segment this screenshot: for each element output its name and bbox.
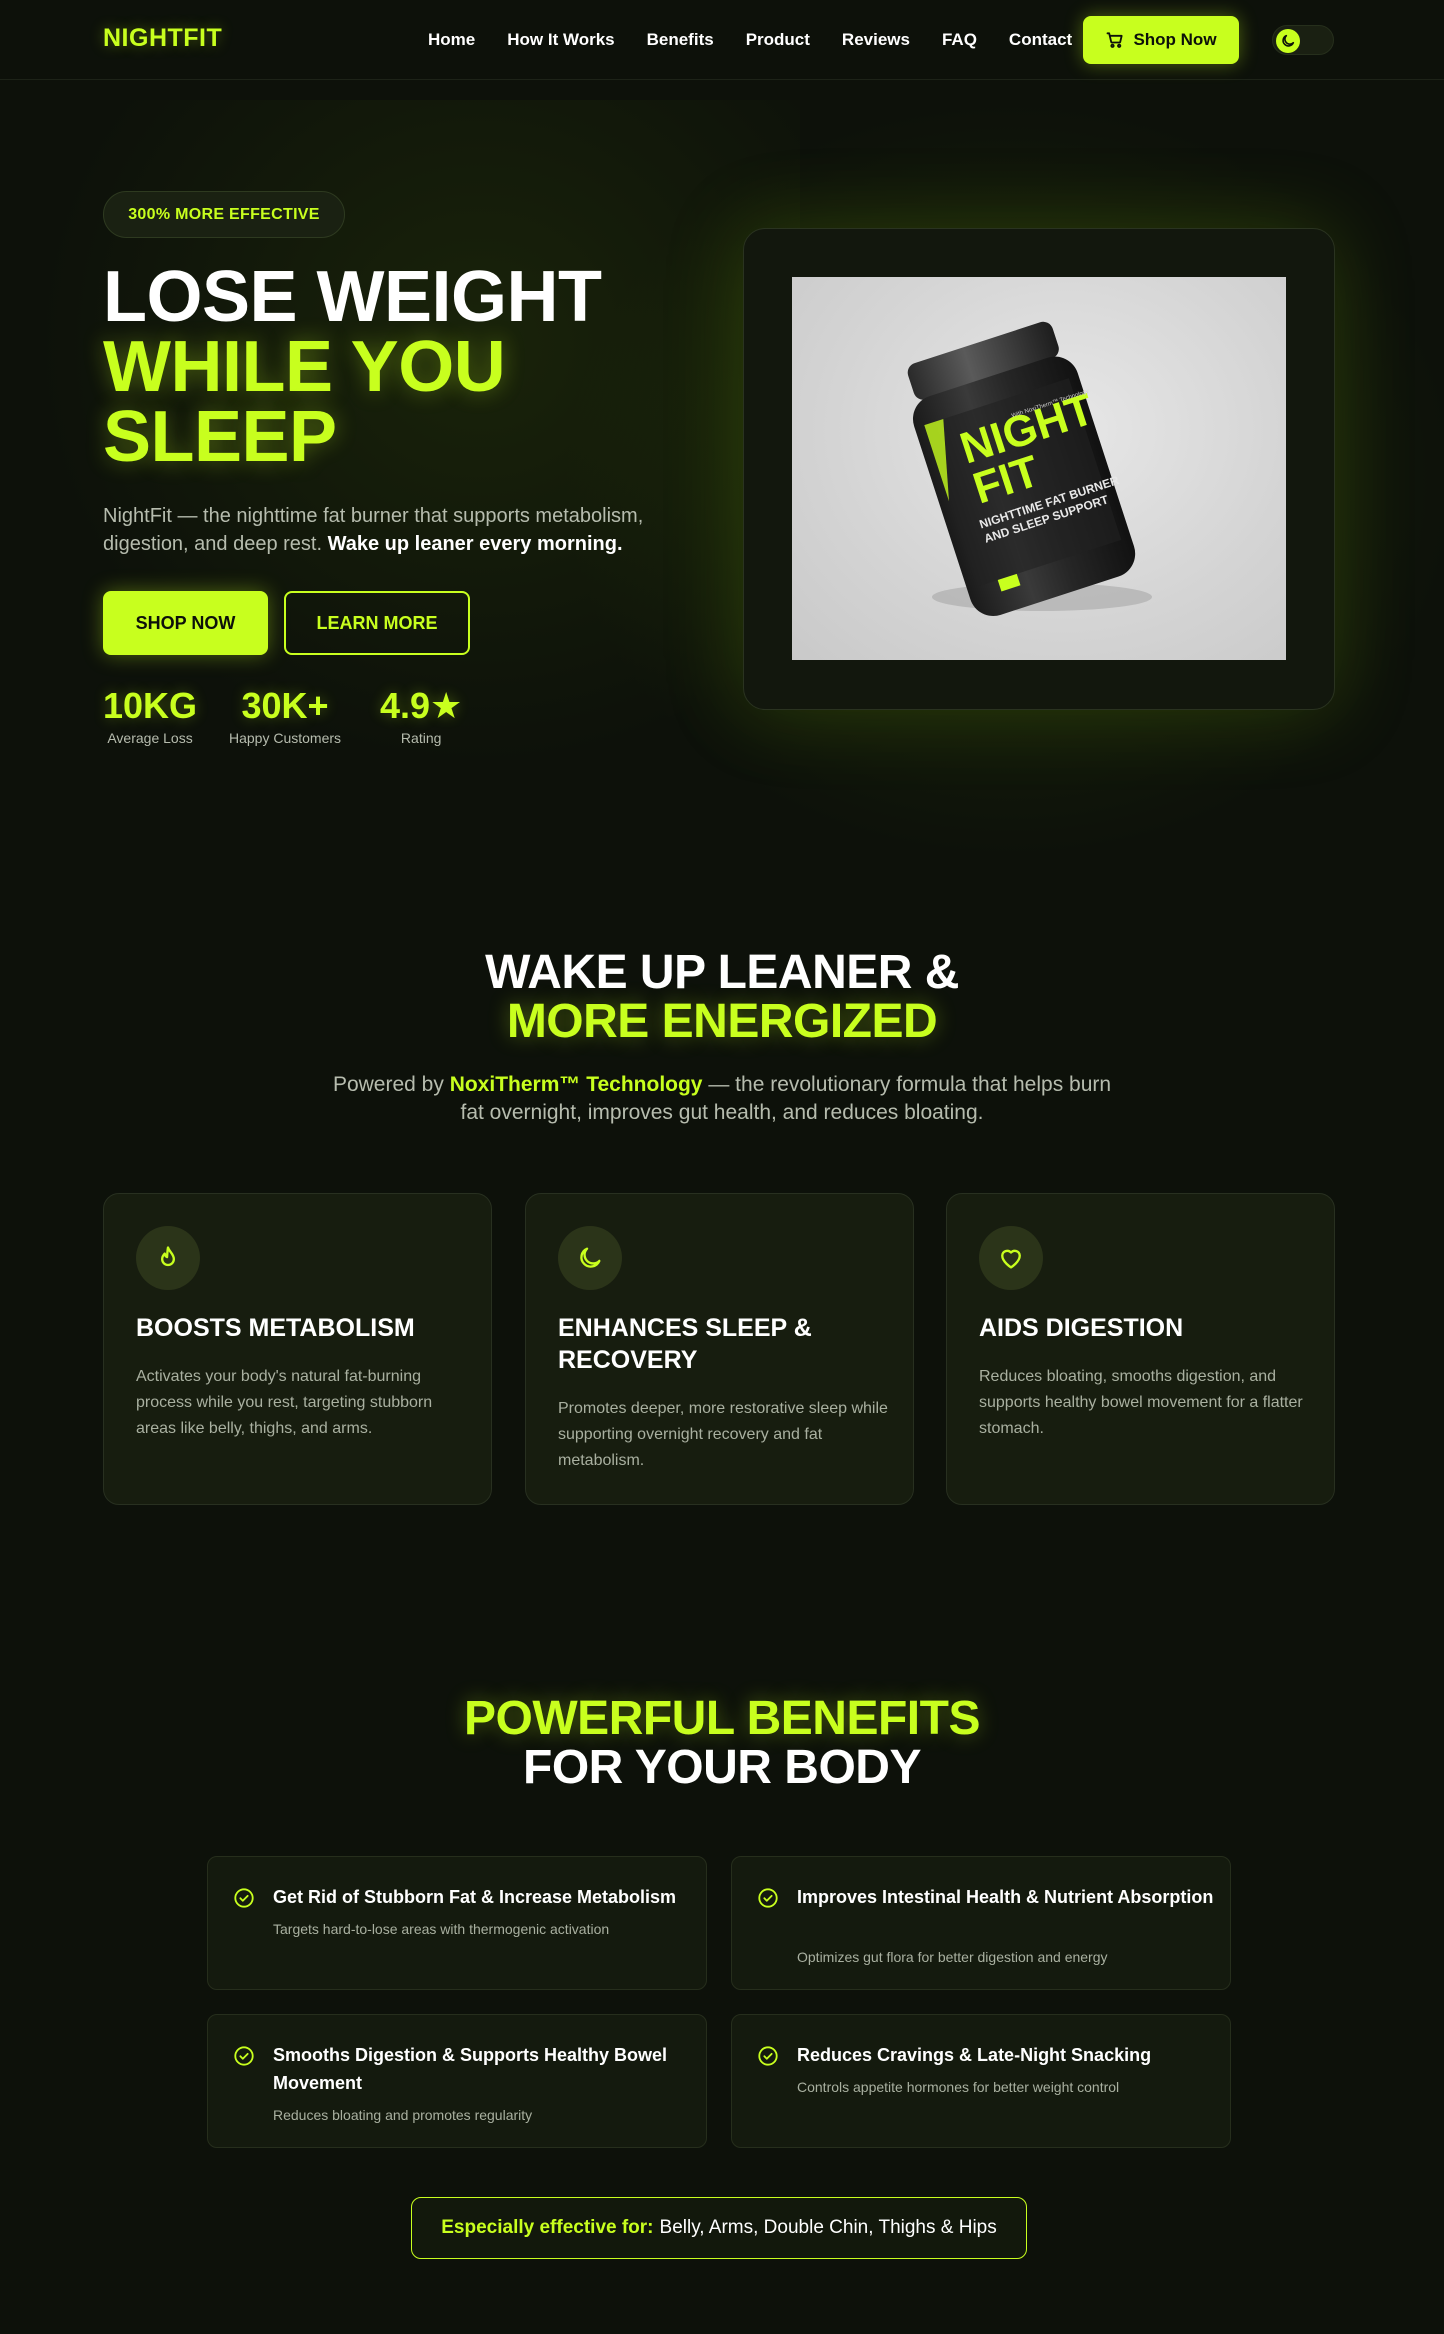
heart-icon — [1001, 1249, 1021, 1269]
benefit-text: Reduces bloating and promotes regularity — [273, 2107, 533, 2123]
nav-link-benefits[interactable]: Benefits — [647, 30, 714, 50]
stat-happy-customers: 30K+ Happy Customers — [229, 684, 341, 746]
product-bottle-image: NIGHT FIT With NoxiTherm™ Technology NIG… — [792, 277, 1286, 660]
benefit-title: Reduces Cravings & Late-Night Snacking — [797, 2045, 1152, 2065]
benefit-text: Targets hard-to-lose areas with thermoge… — [273, 1921, 610, 1937]
feature-text: Activates your body's natural fat-burnin… — [136, 1368, 433, 1437]
especially-effective-box: Especially effective for: Belly, Arms, D… — [411, 2197, 1027, 2259]
effectiveness-badge: 300% MORE EFFECTIVE — [103, 191, 345, 238]
features-title: WAKE UP LEANER & MORE ENERGIZED — [0, 948, 1444, 1046]
features-subtitle-prefix: Powered by — [332, 1073, 444, 1096]
theme-toggle-knob — [1276, 29, 1300, 53]
benefits-title-line-2: FOR YOUR BODY — [523, 1741, 921, 1794]
nav-link-faq[interactable]: FAQ — [942, 30, 977, 50]
check-circle-icon — [758, 2046, 778, 2066]
shop-now-button[interactable]: SHOP NOW — [103, 591, 268, 655]
benefit-text: Optimizes gut flora for better digestion… — [797, 1949, 1108, 1965]
check-circle-icon — [758, 1888, 778, 1908]
nav-link-contact[interactable]: Contact — [1009, 30, 1072, 50]
benefit-text: Controls appetite hormones for better we… — [797, 2079, 1120, 2095]
benefit-card: Smooths Digestion & Supports Healthy Bow… — [207, 2014, 707, 2148]
check-circle-icon — [234, 1888, 254, 1908]
cart-icon — [1107, 32, 1124, 48]
benefit-title: Smooths Digestion & Supports Healthy Bow… — [273, 2045, 668, 2093]
flame-icon — [161, 1246, 175, 1267]
features-subtitle-tech: NoxiTherm™ Technology — [449, 1073, 703, 1096]
feature-icon-wrap — [979, 1226, 1043, 1290]
stat-label: Average Loss — [107, 730, 193, 746]
top-navbar: NIGHTFIT Home How It Works Benefits Prod… — [0, 0, 1444, 80]
nav-link-product[interactable]: Product — [746, 30, 810, 50]
feature-card-metabolism: BOOSTS METABOLISM Activates your body's … — [103, 1193, 492, 1505]
bottle-illustration: NIGHT FIT With NoxiTherm™ Technology NIG… — [907, 321, 1152, 617]
check-circle-icon — [234, 2046, 254, 2066]
benefit-title: Improves Intestinal Health & Nutrient Ab… — [797, 1887, 1214, 1907]
stat-value: 10KG — [103, 685, 198, 726]
feature-card-digestion: AIDS DIGESTION Reduces bloating, smooths… — [946, 1193, 1335, 1505]
theme-toggle[interactable] — [1272, 25, 1334, 55]
stat-label: Rating — [400, 730, 442, 746]
especially-effective-value: Belly, Arms, Double Chin, Thighs & Hips — [659, 2217, 997, 2238]
hero-subtitle: NightFit — the nighttime fat burner that… — [103, 502, 703, 558]
stat-rating: 4.9★ Rating — [380, 684, 462, 746]
stat-value: 30K+ — [241, 685, 329, 726]
feature-text: Reduces bloating, smooths digestion, and… — [979, 1368, 1303, 1437]
hero-title: LOSE WEIGHT WHILE YOU SLEEP — [103, 257, 602, 477]
benefits-title: POWERFUL BENEFITS FOR YOUR BODY — [0, 1694, 1444, 1792]
benefit-card: Improves Intestinal Health & Nutrient Ab… — [731, 1856, 1231, 1990]
hero-subtitle-bold: Wake up leaner every morning. — [327, 533, 623, 555]
feature-title: AIDS DIGESTION — [979, 1314, 1184, 1342]
feature-title: ENHANCES SLEEP & RECOVERY — [558, 1314, 812, 1374]
especially-effective-label: Especially effective for: — [441, 2217, 654, 2238]
features-title-line-1: WAKE UP LEANER & — [485, 946, 959, 999]
nav-link-home[interactable]: Home — [428, 30, 475, 50]
moon-icon — [580, 1247, 601, 1268]
hero-title-line-2: WHILE YOU — [103, 327, 506, 407]
stat-average-loss: 10KG Average Loss — [103, 684, 197, 746]
benefit-card: Get Rid of Stubborn Fat & Increase Metab… — [207, 1856, 707, 1990]
feature-title: BOOSTS METABOLISM — [136, 1314, 415, 1342]
benefit-card: Reduces Cravings & Late-Night Snacking C… — [731, 2014, 1231, 2148]
hero-title-line-1: LOSE WEIGHT — [103, 257, 602, 337]
feature-icon-wrap — [558, 1226, 622, 1290]
stat-value: 4.9★ — [380, 685, 463, 726]
benefits-title-line-1: POWERFUL BENEFITS — [464, 1692, 980, 1745]
benefit-title: Get Rid of Stubborn Fat & Increase Metab… — [273, 1887, 677, 1907]
shop-now-nav-label: Shop Now — [1133, 30, 1217, 49]
learn-more-button[interactable]: LEARN MORE — [284, 591, 470, 655]
stat-label: Happy Customers — [229, 730, 342, 746]
features-title-line-2: MORE ENERGIZED — [506, 995, 938, 1048]
nav-link-reviews[interactable]: Reviews — [842, 30, 910, 50]
nav-link-how-it-works[interactable]: How It Works — [507, 30, 614, 50]
nav-links: Home How It Works Benefits Product Revie… — [428, 30, 1104, 50]
feature-icon-wrap — [136, 1226, 200, 1290]
moon-icon — [1282, 34, 1295, 47]
hero-title-line-3: SLEEP — [103, 397, 337, 477]
brand-logo[interactable]: NIGHTFIT — [103, 24, 222, 53]
shop-now-nav-button[interactable]: Shop Now — [1083, 16, 1239, 64]
feature-text: Promotes deeper, more restorative sleep … — [558, 1400, 888, 1469]
features-subtitle: Powered by NoxiTherm™ Technology — the r… — [322, 1071, 1122, 1127]
feature-card-sleep: ENHANCES SLEEP & RECOVERY Promotes deepe… — [525, 1193, 914, 1505]
product-image-card: NIGHT FIT With NoxiTherm™ Technology NIG… — [743, 228, 1335, 710]
